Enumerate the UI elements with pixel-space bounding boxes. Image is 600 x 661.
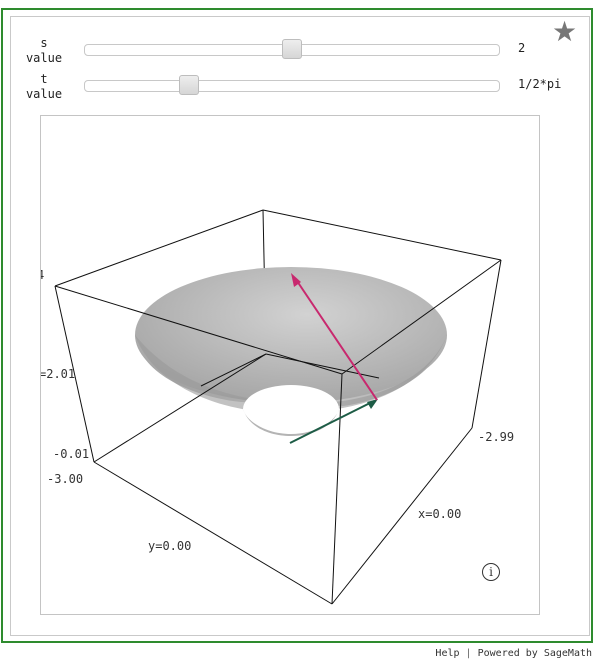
slider-value-t: 1/2*pi bbox=[518, 77, 562, 91]
3d-plot-viewer[interactable]: 4 =2.01 -0.01 -3.00 y=0.00 x=0.00 -2.99 … bbox=[40, 115, 540, 615]
info-icon[interactable]: i bbox=[482, 563, 500, 581]
slider-handle-s[interactable] bbox=[282, 39, 302, 59]
footer-separator: | bbox=[465, 648, 472, 659]
slider-value-s: 2 bbox=[518, 41, 526, 55]
slider-label-t: t value bbox=[25, 72, 63, 101]
slider-track-s[interactable] bbox=[84, 39, 500, 59]
footer: Help | Powered by SageMath bbox=[435, 648, 592, 659]
surface bbox=[135, 267, 447, 436]
slider-track-t[interactable] bbox=[84, 75, 500, 95]
x-label-max: -2.99 bbox=[478, 430, 514, 444]
help-link[interactable]: Help bbox=[435, 648, 459, 659]
z-label-mid: =2.01 bbox=[41, 367, 75, 381]
powered-by-link[interactable]: Powered by SageMath bbox=[478, 648, 592, 659]
z-label-low: -0.01 bbox=[53, 447, 89, 461]
3d-plot-canvas[interactable]: 4 =2.01 -0.01 -3.00 y=0.00 x=0.00 -2.99 bbox=[41, 116, 539, 614]
z-label-top: 4 bbox=[41, 268, 44, 282]
slider-handle-t[interactable] bbox=[178, 75, 199, 95]
slider-row-t: t value 1/2*pi bbox=[20, 72, 580, 102]
slider-row-s: s value 2 bbox=[20, 36, 580, 66]
slider-label-s: s value bbox=[25, 36, 63, 65]
x-axis-label: x=0.00 bbox=[418, 507, 461, 521]
y-axis-label: y=0.00 bbox=[148, 539, 191, 553]
y-label-min: -3.00 bbox=[47, 472, 83, 486]
